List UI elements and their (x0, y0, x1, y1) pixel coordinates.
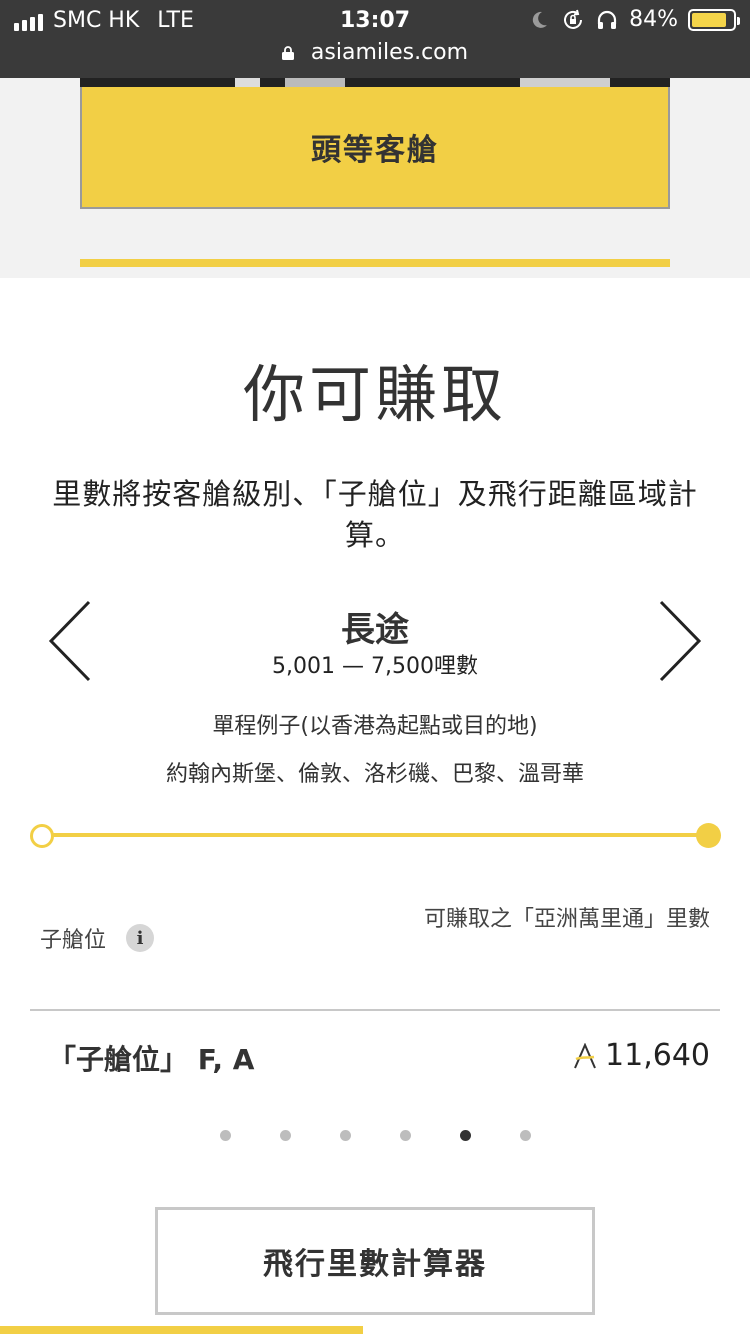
region-distance-range: 5,001 — 7,500哩數 (272, 654, 478, 679)
cabin-photo (80, 78, 670, 87)
miles-column-header: 可賺取之「亞洲萬里通」里數 (423, 907, 710, 932)
battery-icon (688, 8, 740, 31)
pagination-dot[interactable] (219, 1130, 231, 1141)
pagination-dot[interactable] (399, 1130, 411, 1141)
pagination-dot[interactable] (519, 1130, 531, 1141)
status-right: 84% (527, 7, 740, 32)
fare-class-value: 「子艙位」 F, A (48, 1043, 255, 1076)
region-title: 長途 (341, 610, 409, 650)
example-cities: 約翰內斯堡、倫敦、洛杉磯、巴黎、溫哥華 (165, 762, 584, 787)
battery-percent: 84% (629, 7, 678, 32)
distance-slider-end-handle[interactable] (696, 823, 721, 848)
miles-value: 11,640 (605, 1038, 710, 1073)
subclass-header-label: 子艙位 (40, 928, 107, 953)
url-text: asiamiles.com (310, 40, 469, 65)
pagination-dots (0, 1130, 750, 1141)
table-divider (30, 1009, 720, 1011)
example-label: 單程例子(以香港為起點或目的地) (212, 714, 538, 739)
address-bar[interactable]: asiamiles.com (0, 40, 750, 65)
status-bar: SMC HK LTE 13:07 84% asiamiles.com (0, 0, 750, 78)
pagination-dot-active[interactable] (459, 1130, 471, 1141)
section-heading: 你可賺取 (242, 358, 507, 431)
cabin-class-card[interactable]: 頭等客艙 (80, 87, 670, 209)
cabin-carousel-area: 頭等客艙 (0, 78, 750, 278)
rotation-lock-icon (564, 9, 583, 29)
pagination-dot[interactable] (339, 1130, 351, 1141)
moon-icon (532, 11, 548, 28)
subclass-column-header: 子艙位 i (40, 922, 155, 954)
distance-slider-start-handle[interactable] (30, 824, 54, 848)
lock-icon (281, 46, 294, 60)
headphones-icon (597, 10, 617, 29)
distance-slider-track[interactable] (42, 833, 708, 837)
miles-earned: 11,640 (573, 1038, 710, 1073)
asia-miles-icon (574, 1042, 596, 1068)
info-icon[interactable]: i (126, 924, 155, 952)
carousel-indicator-bar (80, 259, 670, 267)
cabin-class-label: 頭等客艙 (311, 133, 439, 168)
mileage-calculator-button[interactable]: 飛行里數計算器 (155, 1207, 595, 1315)
section-description: 里數將按客艙級別、「子艙位」及飛行距離區域計算。 (52, 477, 698, 552)
pagination-dot[interactable] (279, 1130, 291, 1141)
page-scroll-progress (0, 1326, 363, 1334)
